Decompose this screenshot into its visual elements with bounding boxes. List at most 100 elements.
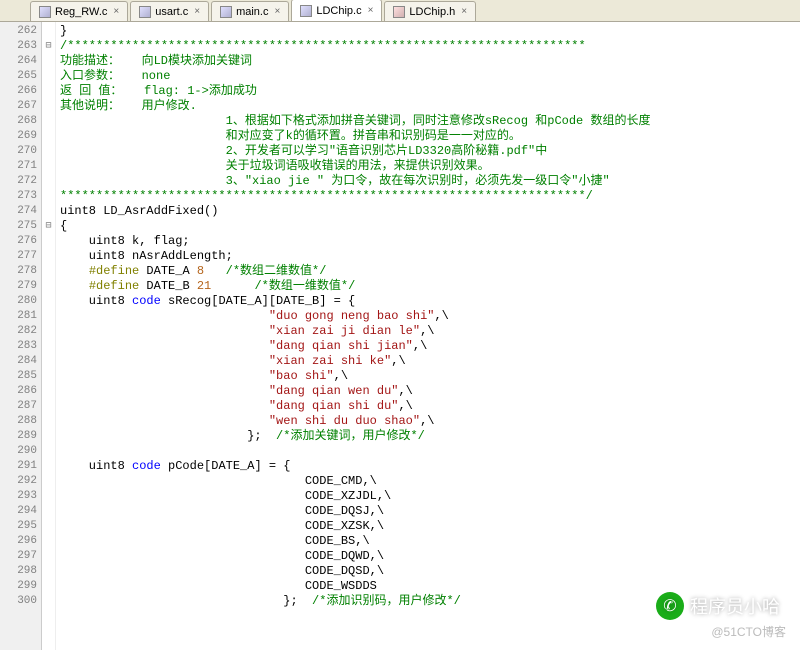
code-line[interactable]: } bbox=[60, 24, 800, 39]
code-line[interactable]: "dang qian shi jian",\ bbox=[60, 339, 800, 354]
code-token: sRecog[DATE_A][DATE_B] = { bbox=[161, 294, 355, 308]
code-area[interactable]: }/**************************************… bbox=[56, 22, 800, 650]
line-number: 276 bbox=[0, 234, 37, 249]
code-token: DATE_A bbox=[139, 264, 197, 278]
line-number: 272 bbox=[0, 174, 37, 189]
watermark-blog: @51CTO博客 bbox=[711, 623, 786, 640]
code-token: { bbox=[60, 219, 67, 233]
code-token: pCode[DATE_A] = { bbox=[161, 459, 291, 473]
fold-toggle-icon[interactable]: ⊟ bbox=[42, 219, 55, 234]
code-line[interactable]: CODE_XZSK,\ bbox=[60, 519, 800, 534]
close-icon[interactable]: × bbox=[194, 6, 200, 17]
close-icon[interactable]: × bbox=[113, 6, 119, 17]
tab-usart-c[interactable]: usart.c × bbox=[130, 1, 209, 21]
code-line[interactable]: /***************************************… bbox=[60, 39, 800, 54]
fold-line bbox=[42, 114, 55, 129]
code-line[interactable]: CODE_DQSJ,\ bbox=[60, 504, 800, 519]
code-line[interactable]: "xian zai ji dian le",\ bbox=[60, 324, 800, 339]
code-line[interactable]: CODE_CMD,\ bbox=[60, 474, 800, 489]
code-token: /***************************************… bbox=[60, 39, 586, 53]
line-number: 282 bbox=[0, 324, 37, 339]
code-line[interactable]: uint8 code pCode[DATE_A] = { bbox=[60, 459, 800, 474]
fold-toggle-icon[interactable]: ⊟ bbox=[42, 39, 55, 54]
code-line[interactable]: uint8 LD_AsrAddFixed() bbox=[60, 204, 800, 219]
close-icon[interactable]: × bbox=[461, 6, 467, 17]
code-token: ,\ bbox=[398, 384, 412, 398]
code-line[interactable]: "duo gong neng bao shi",\ bbox=[60, 309, 800, 324]
code-token: ,\ bbox=[434, 309, 448, 323]
code-line[interactable] bbox=[60, 444, 800, 459]
fold-line bbox=[42, 189, 55, 204]
wechat-icon: ✆ bbox=[656, 592, 684, 620]
line-number: 265 bbox=[0, 69, 37, 84]
code-token bbox=[60, 414, 269, 428]
code-token: "bao shi" bbox=[269, 369, 334, 383]
code-line[interactable]: ****************************************… bbox=[60, 189, 800, 204]
code-line[interactable]: #define DATE_B 21 /*数组一维数值*/ bbox=[60, 279, 800, 294]
line-number: 263 bbox=[0, 39, 37, 54]
code-line[interactable]: CODE_XZJDL,\ bbox=[60, 489, 800, 504]
code-line[interactable]: "wen shi du duo shao",\ bbox=[60, 414, 800, 429]
code-line[interactable]: 其他说明： 用户修改. bbox=[60, 99, 800, 114]
code-line[interactable]: uint8 k, flag; bbox=[60, 234, 800, 249]
code-line[interactable]: CODE_DQWD,\ bbox=[60, 549, 800, 564]
code-token: uint8 bbox=[60, 459, 132, 473]
code-token: CODE_DQSD,\ bbox=[60, 564, 384, 578]
code-token: ,\ bbox=[334, 369, 348, 383]
code-token: uint8 bbox=[60, 294, 132, 308]
fold-line bbox=[42, 519, 55, 534]
code-line[interactable]: { bbox=[60, 219, 800, 234]
code-line[interactable]: #define DATE_A 8 /*数组二维数值*/ bbox=[60, 264, 800, 279]
code-line[interactable]: uint8 code sRecog[DATE_A][DATE_B] = { bbox=[60, 294, 800, 309]
fold-column[interactable]: ⊟⊟ bbox=[42, 22, 56, 650]
code-editor: 2622632642652662672682692702712722732742… bbox=[0, 22, 800, 650]
line-number: 290 bbox=[0, 444, 37, 459]
code-token bbox=[60, 369, 269, 383]
line-number: 285 bbox=[0, 369, 37, 384]
code-line[interactable]: 关于垃圾词语吸收错误的用法，来提供识别效果。 bbox=[60, 159, 800, 174]
line-number: 296 bbox=[0, 534, 37, 549]
line-number: 286 bbox=[0, 384, 37, 399]
code-line[interactable]: "bao shi",\ bbox=[60, 369, 800, 384]
code-line[interactable]: "xian zai shi ke",\ bbox=[60, 354, 800, 369]
code-token bbox=[60, 384, 269, 398]
fold-line bbox=[42, 459, 55, 474]
line-number: 270 bbox=[0, 144, 37, 159]
tab-reg_rw-c[interactable]: Reg_RW.c× bbox=[30, 1, 128, 21]
tab-label: usart.c bbox=[155, 6, 188, 18]
line-number: 289 bbox=[0, 429, 37, 444]
close-icon[interactable]: × bbox=[274, 6, 280, 17]
code-line[interactable]: 入口参数： none bbox=[60, 69, 800, 84]
code-line[interactable]: 和对应变了k的循环置。拼音串和识别码是一一对应的。 bbox=[60, 129, 800, 144]
code-token: CODE_BS,\ bbox=[60, 534, 370, 548]
code-line[interactable]: "dang qian wen du",\ bbox=[60, 384, 800, 399]
editor-tabs: Reg_RW.c×usart.c×main.c×LDChip.c×LDChip.… bbox=[0, 0, 800, 22]
code-token: "dang qian shi du" bbox=[269, 399, 399, 413]
tab-main-c[interactable]: main.c× bbox=[211, 1, 289, 21]
code-token: "duo gong neng bao shi" bbox=[269, 309, 435, 323]
code-line[interactable]: CODE_DQSD,\ bbox=[60, 564, 800, 579]
code-token: CODE_XZJDL,\ bbox=[60, 489, 391, 503]
tab-ldchip-c[interactable]: LDChip.c× bbox=[291, 0, 382, 21]
code-line[interactable]: 功能描述： 向LD模块添加关键词 bbox=[60, 54, 800, 69]
close-icon[interactable]: × bbox=[368, 5, 374, 16]
code-token: 返 回 值： flag: 1->添加成功 bbox=[60, 84, 257, 98]
code-line[interactable]: 2、开发者可以学习"语音识别芯片LD3320高阶秘籍.pdf"中 bbox=[60, 144, 800, 159]
fold-line bbox=[42, 309, 55, 324]
code-token: 3、"xiao jie " 为口令，故在每次识别时，必须先发一级口令"小捷" bbox=[60, 174, 610, 188]
code-token: 关于垃圾词语吸收错误的用法，来提供识别效果。 bbox=[60, 159, 490, 173]
code-token bbox=[60, 264, 89, 278]
line-number: 280 bbox=[0, 294, 37, 309]
file-c-icon bbox=[39, 6, 51, 18]
code-line[interactable]: "dang qian shi du",\ bbox=[60, 399, 800, 414]
code-line[interactable]: }; /*添加关键词，用户修改*/ bbox=[60, 429, 800, 444]
tab-ldchip-h[interactable]: LDChip.h× bbox=[384, 1, 476, 21]
code-line[interactable]: 1、根据如下格式添加拼音关键词，同时注意修改sRecog 和pCode 数组的长… bbox=[60, 114, 800, 129]
code-line[interactable]: 3、"xiao jie " 为口令，故在每次识别时，必须先发一级口令"小捷" bbox=[60, 174, 800, 189]
code-token bbox=[60, 354, 269, 368]
code-line[interactable]: CODE_BS,\ bbox=[60, 534, 800, 549]
code-line[interactable]: uint8 nAsrAddLength; bbox=[60, 249, 800, 264]
line-number: 292 bbox=[0, 474, 37, 489]
code-token: }; bbox=[60, 429, 276, 443]
code-line[interactable]: 返 回 值： flag: 1->添加成功 bbox=[60, 84, 800, 99]
